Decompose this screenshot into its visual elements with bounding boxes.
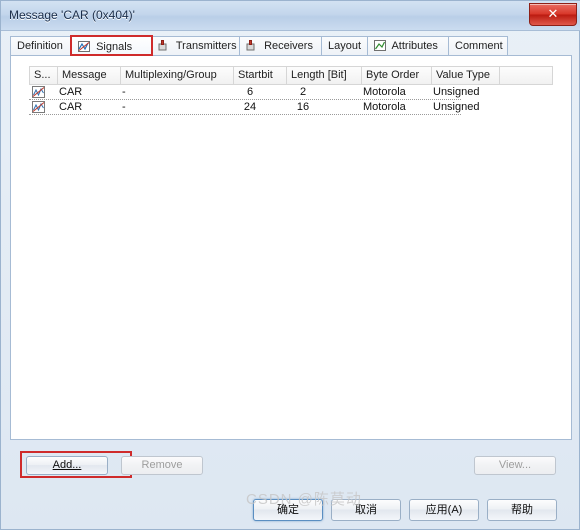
tab-signals-label: Signals — [96, 41, 133, 53]
cell-byte-order: Motorola — [363, 101, 406, 113]
signal-row-icon — [32, 101, 45, 113]
help-button-label: 帮助 — [511, 504, 533, 516]
cell-length: 2 — [299, 86, 307, 98]
watermark: CSDN @陈莫动 — [246, 491, 362, 508]
tab-comment[interactable]: Comment — [448, 36, 508, 55]
cell-startbit: 6 — [246, 86, 254, 98]
add-button-label: Add... — [52, 459, 82, 471]
cell-message: CAR — [59, 86, 83, 98]
signal-icon — [78, 39, 90, 59]
tab-comment-label: Comment — [455, 40, 503, 52]
column-header-byte-order[interactable]: Byte Order — [362, 67, 432, 84]
grid-header-row: S... Message Multiplexing/Group Startbit… — [29, 66, 553, 85]
column-header-value-type[interactable]: Value Type — [432, 67, 500, 84]
apply-button[interactable]: 应用(A) — [409, 499, 479, 521]
cell-startbit: 24 — [243, 101, 257, 113]
tab-receivers-label: Receivers — [264, 40, 313, 52]
cell-multiplexing: - — [122, 101, 126, 113]
table-row[interactable]: CAR - 6 2 Motorola Unsigned — [29, 85, 553, 100]
title-bar: Message 'CAR (0x404)' ✕ — [1, 1, 580, 31]
add-button[interactable]: Add... — [26, 456, 108, 475]
tab-layout-label: Layout — [328, 40, 362, 52]
apply-button-label: 应用(A) — [425, 504, 463, 516]
column-header-s[interactable]: S... — [30, 67, 58, 84]
tab-layout[interactable]: Layout — [321, 36, 369, 55]
cell-value-type: Unsigned — [433, 101, 480, 113]
view-button[interactable]: View... — [474, 456, 556, 475]
close-button[interactable]: ✕ — [529, 3, 577, 26]
remove-button[interactable]: Remove — [121, 456, 203, 475]
dialog-window: Message 'CAR (0x404)' ✕ Definition Signa… — [0, 0, 580, 530]
grid-body: CAR - 6 2 Motorola Unsigned CAR - 24 16 … — [29, 85, 553, 415]
remove-button-label: Remove — [141, 459, 183, 471]
column-header-length[interactable]: Length [Bit] — [287, 67, 362, 84]
tab-transmitters[interactable]: Transmitters — [151, 36, 241, 55]
cell-multiplexing: - — [122, 86, 126, 98]
cell-message: CAR — [59, 101, 83, 113]
tab-definition[interactable]: Definition — [10, 36, 74, 55]
row-divider — [29, 114, 461, 115]
column-header-message[interactable]: Message — [58, 67, 121, 84]
column-header-startbit[interactable]: Startbit — [234, 67, 287, 84]
table-row[interactable]: CAR - 24 16 Motorola Unsigned — [29, 100, 553, 115]
tab-signals[interactable]: Signals — [70, 35, 153, 56]
tab-strip: Definition Signals Transmitters Receiver… — [10, 35, 572, 56]
view-button-label: View... — [498, 459, 532, 471]
signals-panel: S... Message Multiplexing/Group Startbit… — [10, 55, 572, 440]
cell-byte-order: Motorola — [363, 86, 406, 98]
cell-value-type: Unsigned — [433, 86, 480, 98]
cell-length: 16 — [296, 101, 310, 113]
tab-attributes[interactable]: Attributes — [367, 36, 450, 55]
help-button[interactable]: 帮助 — [487, 499, 557, 521]
window-title: Message 'CAR (0x404)' — [9, 8, 135, 22]
tab-receivers[interactable]: Receivers — [239, 36, 323, 55]
signal-row-icon — [32, 86, 45, 98]
tab-attributes-label: Attributes — [391, 40, 438, 52]
tab-definition-label: Definition — [17, 40, 63, 52]
column-header-multiplexing[interactable]: Multiplexing/Group — [121, 67, 234, 84]
tab-transmitters-label: Transmitters — [175, 40, 237, 52]
